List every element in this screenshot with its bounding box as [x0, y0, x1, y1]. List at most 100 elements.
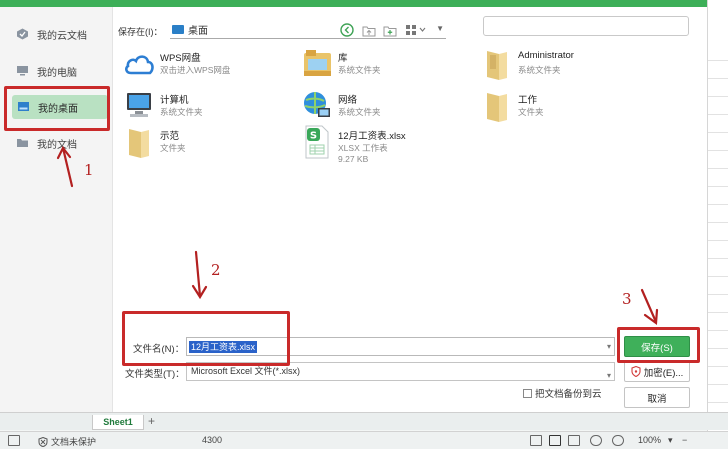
computer-icon — [127, 93, 151, 117]
add-sheet-button[interactable]: + — [148, 414, 155, 428]
location-value: 桌面 — [188, 26, 208, 37]
dialog-titlebar — [0, 0, 707, 7]
cancel-button[interactable]: 取消 — [624, 387, 690, 408]
zoom-dropdown-icon[interactable]: ▾ — [668, 435, 673, 446]
filetype-select[interactable]: Microsoft Excel 文件(*.xlsx) ▾ — [186, 362, 615, 381]
file-type: 双击进入WPS网盘 — [160, 65, 231, 75]
desktop-icon — [18, 102, 29, 111]
save-as-dialog: 我的云文档 我的电脑 我的桌面 我的文档 保存在(I)： 桌面 ▼ WPS网盘 … — [0, 0, 707, 412]
chevron-down-icon[interactable]: ▾ — [607, 342, 611, 351]
dialog-sidebar: 我的云文档 我的电脑 我的桌面 我的文档 — [0, 7, 113, 412]
cell-value-readout: 4300 — [202, 435, 223, 445]
sheet-tab-bar: Sheet1 + — [0, 412, 728, 430]
save-button-label: 保存(S) — [641, 342, 673, 354]
view-grid-icon — [406, 25, 426, 35]
file-list: WPS网盘 双击进入WPS网盘 库 系统文件夹 Administrator 系统… — [113, 45, 707, 305]
file-name: 计算机 — [160, 95, 189, 106]
file-type: 系统文件夹 — [518, 65, 561, 75]
backup-checkbox[interactable] — [523, 388, 532, 398]
file-item-library[interactable]: 库 系统文件夹 — [295, 47, 475, 83]
view-mode-button[interactable] — [403, 22, 429, 38]
file-item-computer[interactable]: 计算机 系统文件夹 — [117, 89, 297, 125]
svg-text:S: S — [310, 131, 317, 142]
save-in-label: 保存在(I)： — [118, 27, 163, 37]
up-folder-icon — [362, 26, 376, 36]
encrypt-button-label: 加密(E)... — [643, 367, 684, 379]
file-name: WPS网盘 — [160, 53, 201, 64]
sheet-icon[interactable] — [8, 435, 20, 446]
folder-icon — [129, 129, 149, 158]
sheet-grid-column — [707, 0, 728, 449]
new-folder-button[interactable] — [382, 22, 398, 38]
encrypt-button[interactable]: 加密(E)... — [624, 361, 690, 382]
filetype-label: 文件类型(T)： — [125, 369, 185, 380]
file-name: 库 — [338, 53, 348, 64]
xlsx-file-icon: S — [305, 125, 329, 159]
annotation-number-2: 2 — [211, 261, 221, 279]
file-item-work[interactable]: 工作 文件夹 — [475, 89, 655, 125]
chevron-down-icon: ▼ — [436, 24, 444, 33]
file-name: 工作 — [518, 95, 538, 106]
zoom-level[interactable]: 100% — [638, 435, 661, 445]
filename-label: 文件名(N)： — [133, 344, 185, 355]
sidebar-item-label: 我的电脑 — [37, 67, 77, 79]
sidebar-item-my-desktop[interactable]: 我的桌面 — [12, 95, 108, 119]
eye-protection-icon[interactable] — [612, 435, 624, 446]
file-item-demo[interactable]: 示范 文件夹 — [117, 125, 297, 161]
new-folder-icon — [383, 26, 397, 36]
cloud-doc-icon — [17, 28, 28, 40]
file-name: 网络 — [338, 95, 358, 106]
reading-mode-icon[interactable] — [590, 435, 602, 446]
up-folder-button[interactable] — [361, 22, 377, 38]
cancel-button-label: 取消 — [647, 393, 667, 405]
file-name: 示范 — [160, 131, 180, 142]
shield-icon — [38, 436, 48, 447]
status-bar: 文档未保护 4300 100% ▾ − — [0, 431, 728, 449]
file-type: 文件夹 — [518, 107, 544, 117]
sidebar-item-label: 我的文档 — [37, 139, 77, 151]
file-type: 文件夹 — [160, 143, 186, 153]
search-input[interactable] — [483, 16, 689, 36]
file-name: Administrator — [518, 50, 574, 61]
sidebar-item-label: 我的云文档 — [37, 30, 87, 42]
network-icon — [304, 92, 330, 117]
filename-input[interactable]: 12月工资表.xlsx ▾ — [186, 337, 615, 356]
zoom-out-button[interactable]: − — [682, 435, 687, 445]
sidebar-item-my-documents[interactable]: 我的文档 — [16, 131, 111, 155]
sidebar-item-my-computer[interactable]: 我的电脑 — [16, 59, 111, 83]
sheet-tab[interactable]: Sheet1 — [92, 415, 144, 430]
file-type: 系统文件夹 — [338, 107, 381, 117]
file-item-wps-cloud[interactable]: WPS网盘 双击进入WPS网盘 — [117, 47, 297, 83]
file-type: 系统文件夹 — [160, 107, 203, 117]
file-name: 12月工资表.xlsx — [338, 131, 406, 142]
fullscreen-icon[interactable] — [530, 435, 542, 446]
file-item-salary-xlsx[interactable]: S 12月工资表.xlsx XLSX 工作表 9.27 KB — [295, 125, 475, 164]
file-type: 系统文件夹 — [338, 65, 381, 75]
folder-icon — [487, 93, 507, 122]
file-size: 9.27 KB — [338, 154, 369, 164]
file-item-network[interactable]: 网络 系统文件夹 — [295, 89, 475, 125]
back-icon — [340, 23, 354, 37]
filetype-value: Microsoft Excel 文件(*.xlsx) — [191, 366, 301, 376]
library-icon — [304, 50, 331, 76]
wps-cloud-icon — [125, 55, 154, 75]
filename-value: 12月工资表.xlsx — [189, 341, 258, 353]
file-type: XLSX 工作表 — [338, 143, 388, 153]
shield-icon — [631, 366, 641, 377]
sidebar-item-label: 我的桌面 — [38, 103, 78, 115]
computer-icon — [17, 66, 28, 76]
sidebar-item-cloud-docs[interactable]: 我的云文档 — [16, 22, 111, 46]
backup-label: 把文档备份到云 — [535, 389, 602, 400]
annotation-number-1: 1 — [84, 161, 94, 179]
save-button[interactable]: 保存(S) — [624, 336, 690, 357]
backup-to-cloud[interactable]: 把文档备份到云 — [523, 386, 602, 400]
dialog-toolbar: 保存在(I)： 桌面 ▼ — [113, 7, 707, 45]
page-layout-icon[interactable] — [568, 435, 580, 446]
chevron-down-icon: ▾ — [606, 371, 611, 380]
doc-protect-status[interactable]: 文档未保护 — [38, 435, 96, 448]
annotation-number-3: 3 — [622, 290, 632, 308]
file-item-administrator[interactable]: Administrator 系统文件夹 — [475, 47, 655, 83]
normal-view-icon[interactable] — [549, 435, 561, 446]
doc-protect-label: 文档未保护 — [51, 437, 97, 447]
back-button[interactable] — [339, 22, 355, 38]
